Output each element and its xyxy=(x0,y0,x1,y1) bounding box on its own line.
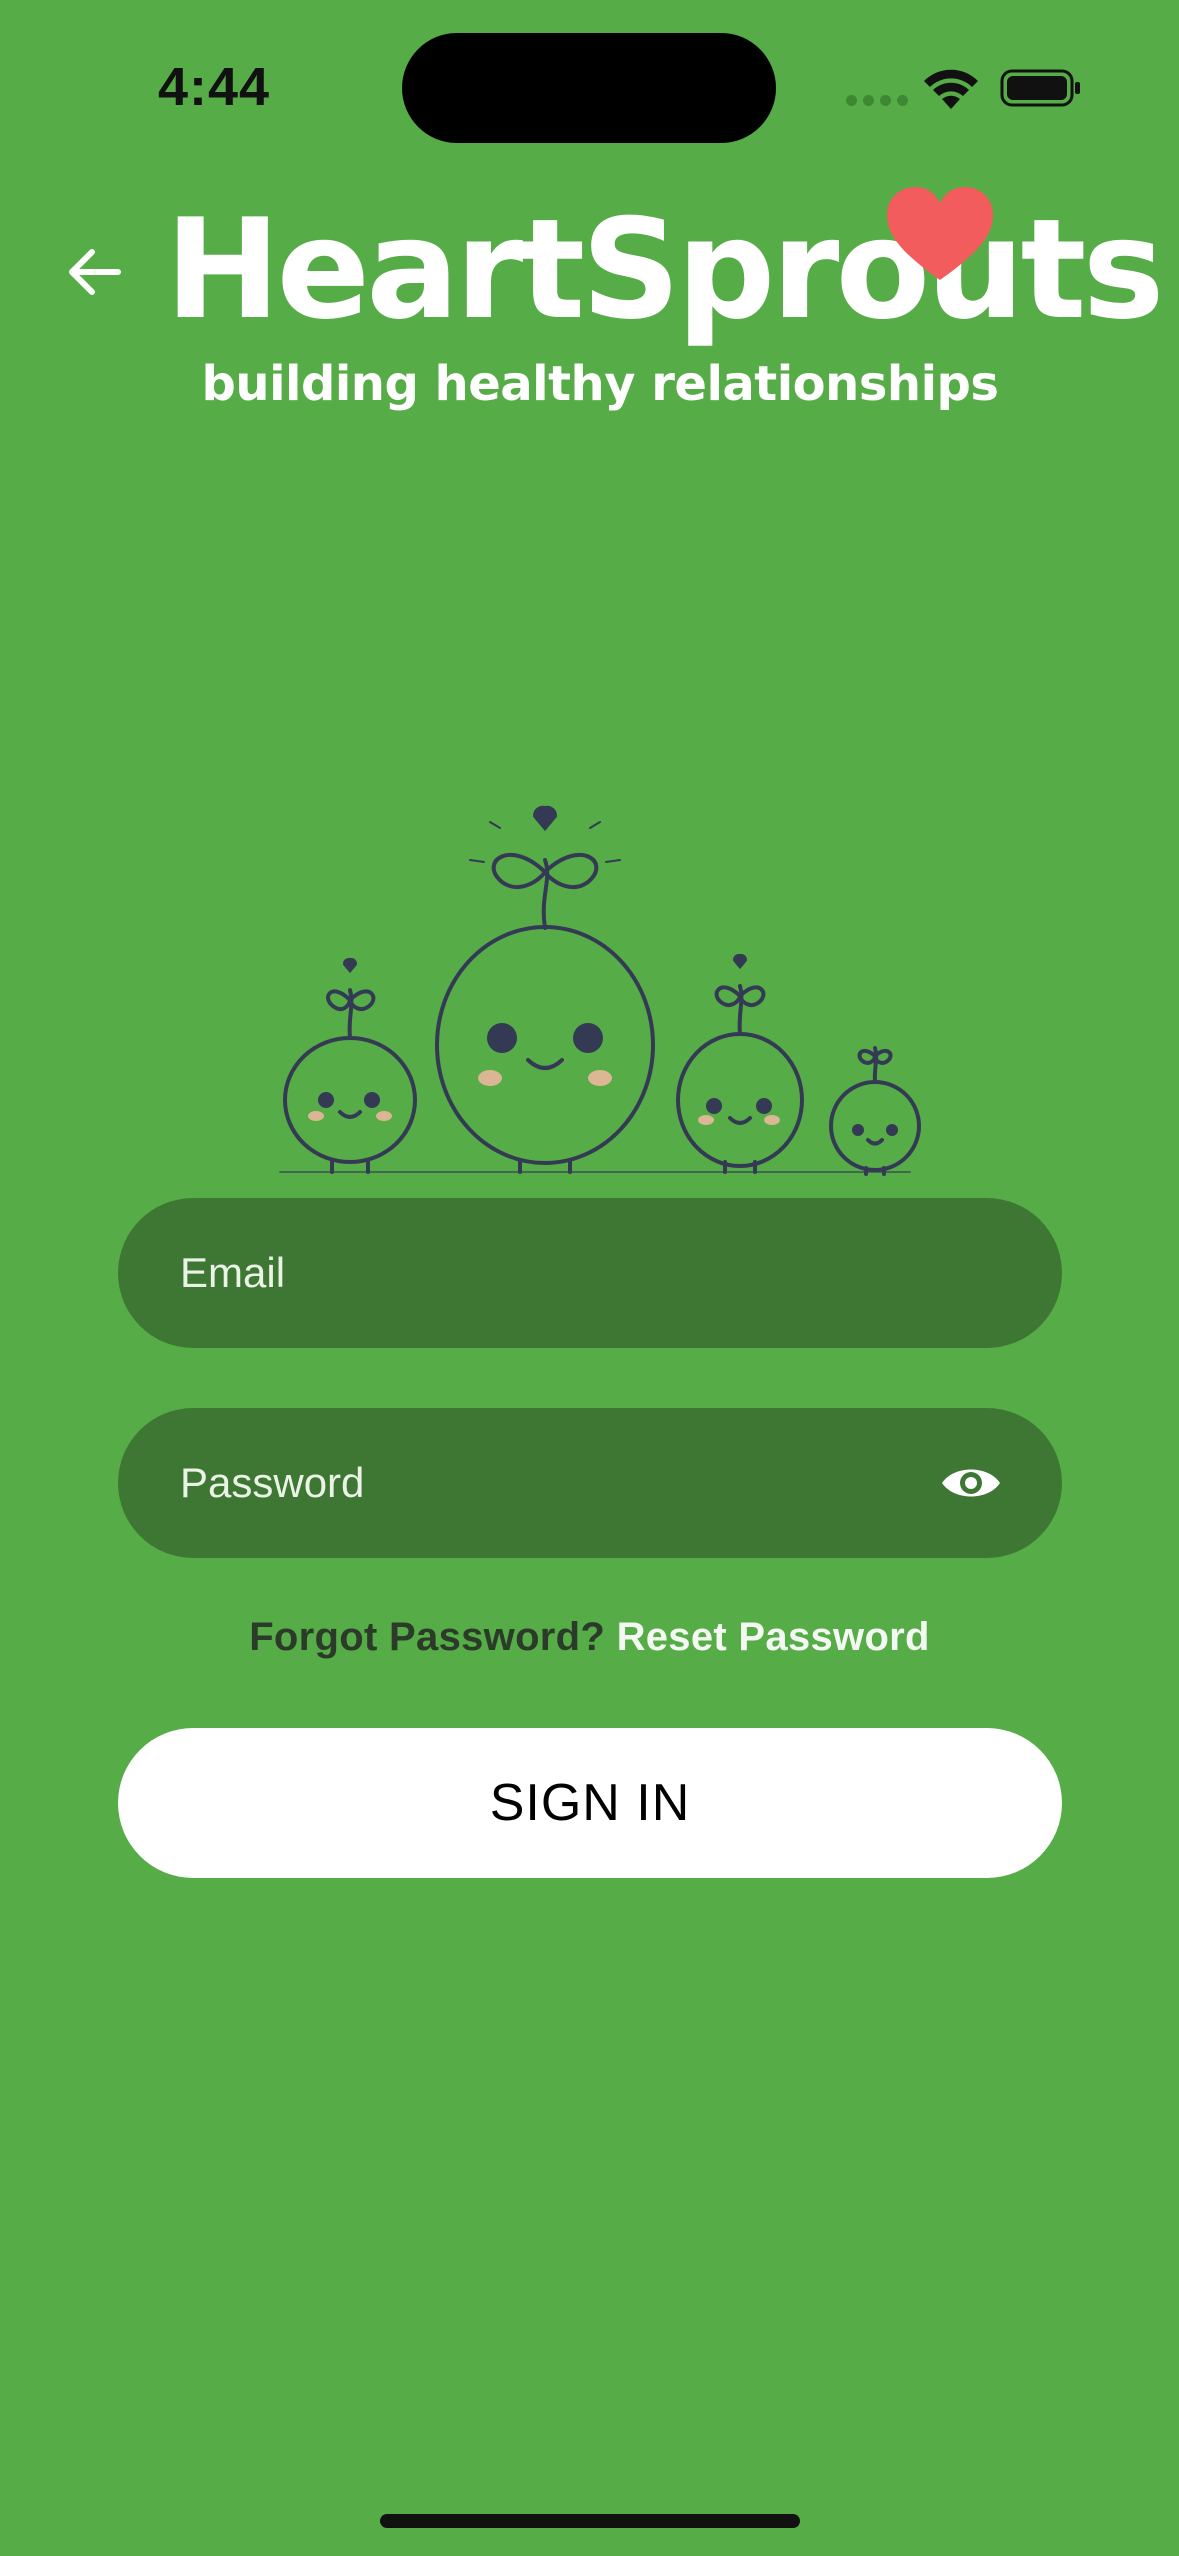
heart-icon xyxy=(887,187,993,280)
home-indicator[interactable] xyxy=(380,2514,800,2528)
dynamic-island xyxy=(402,33,776,143)
forgot-password-row: Forgot Password? Reset Password xyxy=(0,1615,1179,1660)
email-input[interactable] xyxy=(178,1248,1002,1298)
cellular-signal-icon xyxy=(846,95,908,106)
sprout-family-illustration xyxy=(279,805,921,1176)
forgot-password-text: Forgot Password? xyxy=(249,1615,617,1659)
eye-icon[interactable] xyxy=(940,1461,1002,1505)
status-time: 4:44 xyxy=(158,57,271,117)
app-tagline: building healthy relationships xyxy=(201,356,999,412)
email-field[interactable] xyxy=(118,1198,1062,1348)
back-arrow-icon[interactable] xyxy=(62,240,126,304)
reset-password-link[interactable]: Reset Password xyxy=(617,1615,930,1659)
password-field[interactable] xyxy=(118,1408,1062,1558)
wifi-icon xyxy=(924,69,978,109)
password-input[interactable] xyxy=(178,1458,940,1508)
battery-icon xyxy=(1000,69,1080,107)
sign-in-button[interactable]: SIGN IN xyxy=(118,1728,1062,1878)
